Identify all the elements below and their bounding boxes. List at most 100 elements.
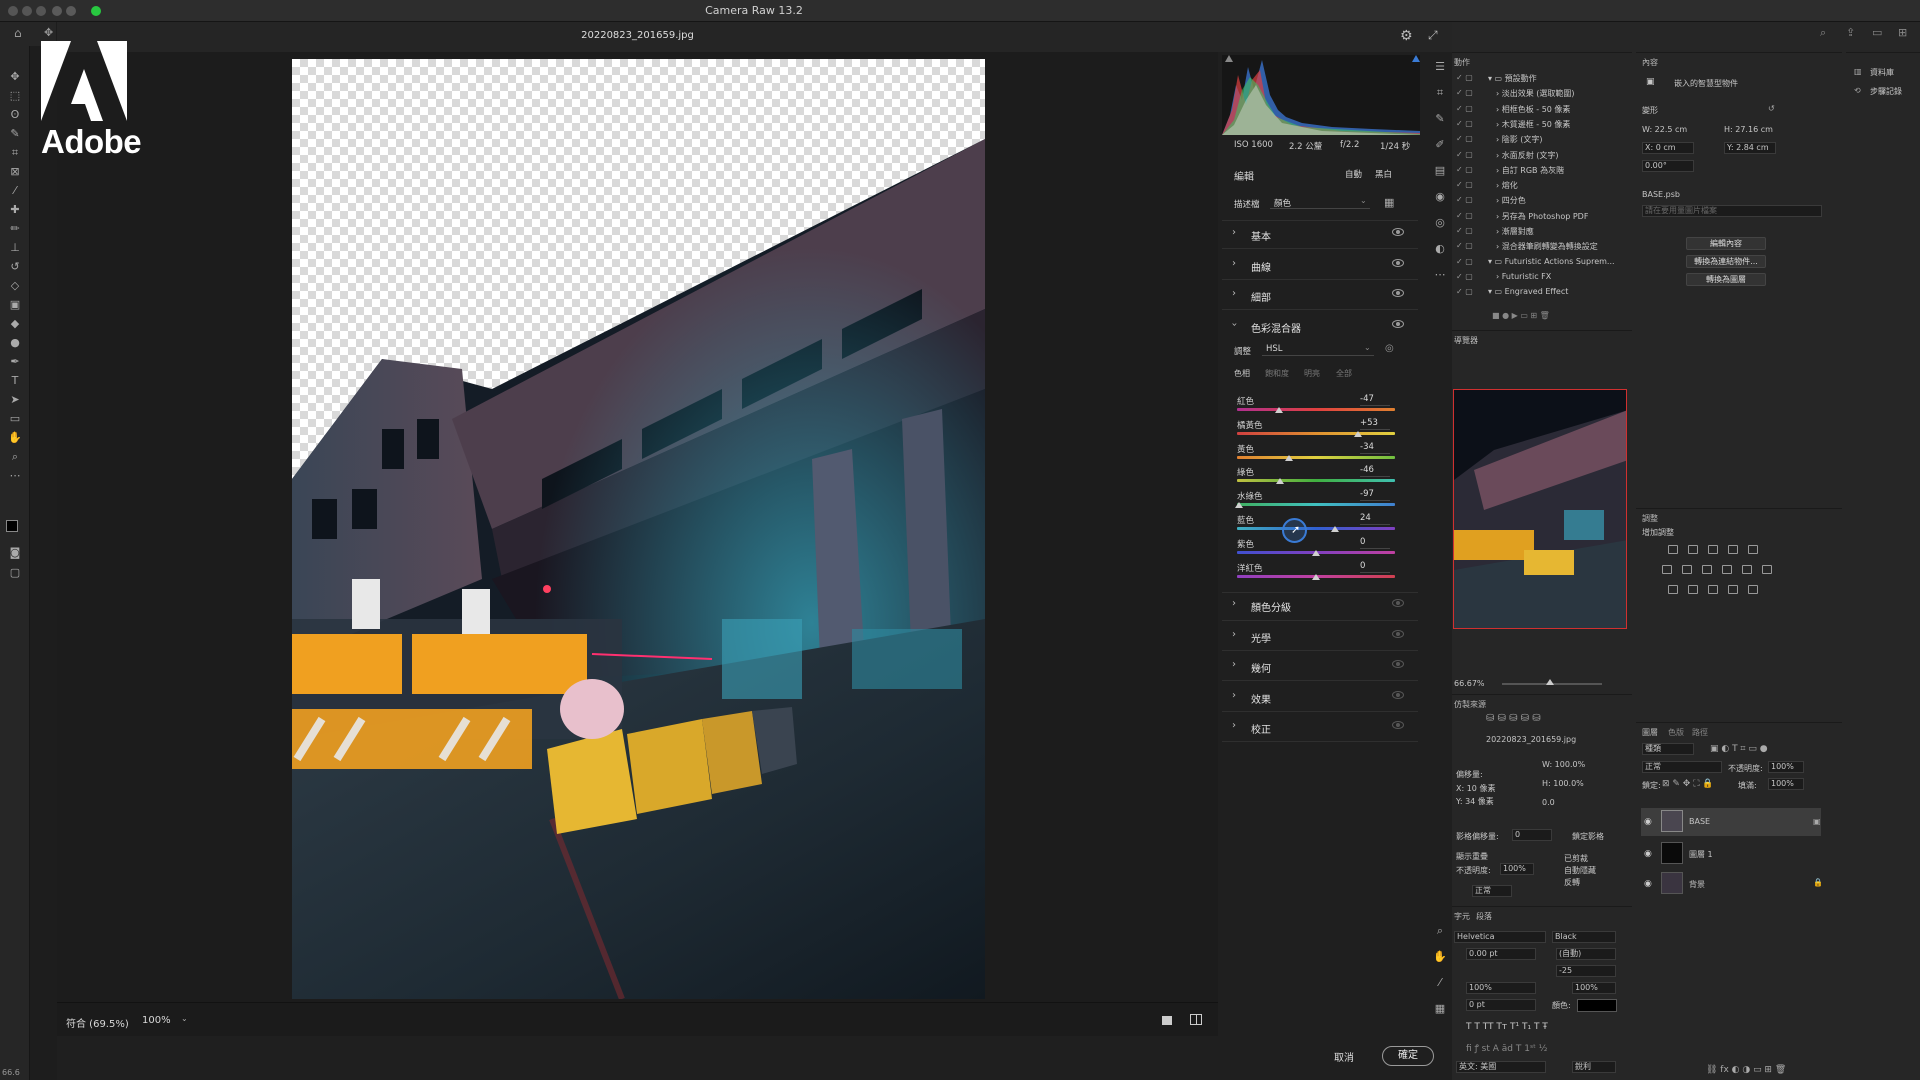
slider-value-field[interactable]: -34 xyxy=(1360,442,1390,454)
convert-to-linked-button[interactable]: 轉換為連結物件... xyxy=(1686,255,1766,268)
action-toggle-icon[interactable]: ✓ ▢ xyxy=(1456,241,1473,250)
text-style-buttons[interactable]: T T TT Tт T¹ T₁ T Ŧ xyxy=(1466,1022,1548,1032)
clipped-checkbox[interactable]: 已剪裁 xyxy=(1564,853,1588,864)
action-toggle-icon[interactable]: ✓ ▢ xyxy=(1456,287,1473,296)
slider-track[interactable] xyxy=(1237,408,1395,411)
crop-icon[interactable]: ⌗ xyxy=(1433,86,1447,100)
gradient-tool-icon[interactable]: ▣ xyxy=(8,298,22,312)
edit-contents-button[interactable]: 編輯內容 xyxy=(1686,237,1766,250)
slider-thumb[interactable] xyxy=(1274,407,1283,413)
slider-track[interactable] xyxy=(1237,455,1395,459)
navigator-tab[interactable]: 導覽器 xyxy=(1454,335,1478,346)
overlay-opacity-field[interactable]: 100% xyxy=(1500,863,1534,875)
y-field[interactable]: Y: 2.84 cm xyxy=(1724,142,1776,154)
adjustment-type-icon[interactable] xyxy=(1708,585,1718,594)
layers-tab[interactable]: 圖層 xyxy=(1642,727,1658,738)
section-color-grading[interactable]: › 顏色分級 xyxy=(1232,596,1407,616)
slider-value-field[interactable]: -46 xyxy=(1360,465,1390,478)
slider-value-field[interactable]: +53 xyxy=(1360,418,1390,430)
slider-track[interactable] xyxy=(1237,503,1395,507)
x-field[interactable]: X: 0 cm xyxy=(1642,142,1694,154)
tab-luminance[interactable]: 明亮 xyxy=(1304,368,1320,379)
font-style-select[interactable]: Black xyxy=(1552,931,1616,943)
invert-checkbox[interactable]: 反轉 xyxy=(1564,877,1580,888)
tab-saturation[interactable]: 飽和度 xyxy=(1265,368,1289,379)
lock-icons[interactable]: ⊠ ✎ ✥ ⛶ 🔒 xyxy=(1662,779,1714,789)
action-set[interactable]: ▾ ▭ 預設動作 xyxy=(1488,73,1537,84)
opacity-field[interactable]: 100% xyxy=(1768,761,1804,773)
smart-object-field[interactable]: 請在要用量圖片檔案 xyxy=(1642,205,1822,217)
panel-toggle-icon[interactable]: ⊞ xyxy=(1898,26,1907,39)
black-white-button[interactable]: 黑白 xyxy=(1375,168,1392,180)
visibility-eye-icon[interactable] xyxy=(1392,599,1404,607)
overlay-mode-select[interactable]: 正常 xyxy=(1472,885,1512,897)
slider-track[interactable] xyxy=(1237,527,1395,530)
actions-tab[interactable]: 動作 xyxy=(1454,57,1470,68)
more-options-icon[interactable]: ⋯ xyxy=(1433,268,1447,282)
section-color-mixer[interactable]: › 色彩混合器 xyxy=(1229,317,1407,337)
fill-field[interactable]: 100% xyxy=(1768,778,1804,790)
language-select[interactable]: 英文: 美國 xyxy=(1456,1061,1546,1073)
tracking-field[interactable]: -25 xyxy=(1556,965,1616,977)
action-toggle-icon[interactable]: ✓ ▢ xyxy=(1456,195,1473,204)
zoom-icon[interactable]: ⌕ xyxy=(1433,924,1447,938)
tab-all[interactable]: 全部 xyxy=(1336,368,1352,379)
layer-name[interactable]: 背景 xyxy=(1689,879,1705,890)
action-item[interactable]: › 漸層對應 xyxy=(1496,226,1534,237)
slider-value-field[interactable]: 0 xyxy=(1360,561,1390,573)
slider-value-field[interactable]: -47 xyxy=(1360,394,1390,406)
action-item[interactable]: › Futuristic FX xyxy=(1496,272,1551,281)
visibility-eye-icon[interactable] xyxy=(1392,259,1404,267)
adjustment-type-icon[interactable] xyxy=(1762,565,1772,574)
adjustment-type-icon[interactable] xyxy=(1688,545,1698,554)
ok-button[interactable]: 確定 xyxy=(1382,1046,1434,1066)
auto-button[interactable]: 自動 xyxy=(1345,168,1362,180)
baseline-field[interactable]: 0 pt xyxy=(1466,999,1536,1011)
profile-browser-icon[interactable]: ▦ xyxy=(1384,196,1394,209)
action-item[interactable]: › 熔化 xyxy=(1496,180,1518,191)
zoom-tool-icon[interactable]: ⌕ xyxy=(8,450,22,464)
section-curves[interactable]: › 曲線 xyxy=(1232,256,1407,276)
eye-icon[interactable]: ◉ xyxy=(1644,817,1652,827)
slider-thumb[interactable] xyxy=(1312,549,1320,556)
eye-icon[interactable]: ◉ xyxy=(1644,849,1652,859)
section-optics[interactable]: › 光學 xyxy=(1232,627,1407,647)
brush-tool-icon[interactable]: ✏ xyxy=(8,222,22,236)
height-value[interactable]: H: 27.16 cm xyxy=(1724,125,1773,134)
visibility-eye-icon[interactable] xyxy=(1392,660,1404,668)
libraries-tab[interactable]: 資料庫 xyxy=(1870,67,1894,78)
photo-preview[interactable] xyxy=(292,59,985,999)
convert-to-layers-button[interactable]: 轉換為圖層 xyxy=(1686,273,1766,286)
action-toggle-icon[interactable]: ✓ ▢ xyxy=(1456,73,1473,82)
slider-thumb[interactable] xyxy=(1285,454,1294,461)
angle-field[interactable]: 0.00° xyxy=(1642,160,1694,172)
pen-tool-icon[interactable]: ✒ xyxy=(8,355,22,369)
font-size-field[interactable]: 0.00 pt xyxy=(1466,948,1536,960)
show-overlay-checkbox[interactable]: 顯示重疊 xyxy=(1456,851,1488,862)
presets-icon[interactable]: ◐ xyxy=(1433,242,1447,256)
adjustment-type-icon[interactable] xyxy=(1668,585,1678,594)
fullscreen-toggle-icon[interactable]: ⤢ xyxy=(1428,28,1438,43)
action-toggle-icon[interactable]: ✓ ▢ xyxy=(1456,226,1473,235)
quick-select-icon[interactable]: ✎ xyxy=(8,127,22,141)
action-item[interactable]: › 水面反射 (文字) xyxy=(1496,150,1559,161)
adjustment-brush-icon[interactable]: ✐ xyxy=(1433,138,1447,152)
text-color-swatch[interactable] xyxy=(1577,999,1617,1012)
navigator-thumbnail[interactable] xyxy=(1453,389,1627,629)
healing-brush-icon[interactable]: ✚ xyxy=(8,203,22,217)
adjust-select[interactable]: HSL ⌄ xyxy=(1262,342,1374,356)
opentype-buttons[interactable]: fi ꝭ st A ād T 1ˢᵗ ½ xyxy=(1466,1041,1548,1054)
adjustment-type-icon[interactable] xyxy=(1748,585,1758,594)
quick-mask-icon[interactable]: ◙ xyxy=(8,546,22,560)
blur-tool-icon[interactable]: ◆ xyxy=(8,317,22,331)
visibility-eye-icon[interactable] xyxy=(1392,691,1404,699)
slider-thumb[interactable] xyxy=(1330,526,1339,532)
adjustment-type-icon[interactable] xyxy=(1728,585,1738,594)
adjustments-tab[interactable]: 調整 xyxy=(1642,513,1658,524)
color-sampler-icon[interactable]: ⁄ xyxy=(1433,976,1447,990)
horizontal-scale-field[interactable]: 100% xyxy=(1572,982,1616,994)
action-set[interactable]: ▾ ▭ Futuristic Actions Suprem... xyxy=(1488,257,1615,266)
adjustment-type-icon[interactable] xyxy=(1708,545,1718,554)
crop-tool-icon[interactable]: ⌗ xyxy=(8,146,22,160)
clone-source-icons[interactable]: ⛁ ⛁ ⛁ ⛁ ⛁ xyxy=(1486,713,1541,724)
